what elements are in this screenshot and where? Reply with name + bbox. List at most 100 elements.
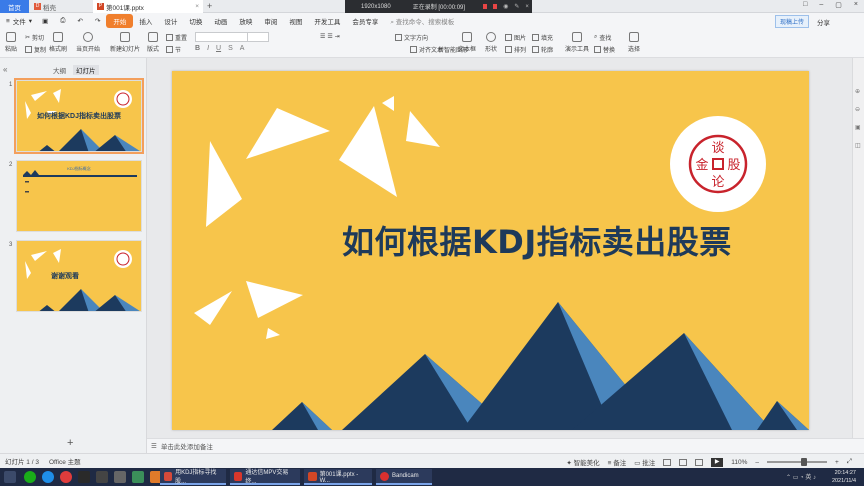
undo-icon[interactable]: ↶ (71, 17, 88, 25)
layout-button[interactable]: 版式 (147, 32, 159, 53)
slide-thumbnail-2[interactable]: KDJ指标概念 (16, 160, 142, 232)
triangle-shape[interactable] (194, 291, 232, 325)
pen-icon[interactable]: ✎ (514, 3, 519, 10)
normal-view-icon[interactable] (663, 458, 672, 466)
triangle-shape[interactable] (382, 96, 394, 111)
reading-view-icon[interactable] (695, 458, 704, 466)
menu-tab-insert[interactable]: 插入 (133, 16, 158, 26)
menu-tab-developer[interactable]: 开发工具 (308, 16, 346, 26)
zoom-level[interactable]: 110% (731, 459, 747, 466)
seal-logo[interactable]: 谈 股 论 金 (670, 116, 766, 212)
italic-icon[interactable]: I (207, 45, 209, 52)
copy-button[interactable]: 复制 (25, 45, 46, 54)
replace-button[interactable]: 替换 (594, 45, 615, 54)
menu-tab-slideshow[interactable]: 放映 (233, 16, 258, 26)
font-size-select[interactable] (247, 32, 269, 42)
close-icon[interactable]: × (195, 3, 199, 10)
select-button[interactable]: 选择 (628, 32, 640, 53)
cut-button[interactable]: ✂ 剪切 (25, 33, 44, 42)
taskbar-app[interactable]: 第001课.pptx - W... (304, 469, 372, 485)
app-icon[interactable] (96, 471, 108, 483)
bullets-icon[interactable]: ☰ (320, 33, 325, 40)
presenter-tools-button[interactable]: 演示工具 (565, 32, 589, 53)
app-icon[interactable] (60, 471, 72, 483)
save-icon[interactable]: ▣ (36, 17, 54, 25)
menu-tab-review[interactable]: 审阅 (258, 16, 283, 26)
triangle-shape[interactable] (246, 281, 303, 318)
camera-icon[interactable]: ◉ (503, 3, 508, 10)
indent-icon[interactable]: ⇥ (335, 33, 340, 40)
add-slide-button[interactable]: + (67, 437, 73, 449)
triangle-shape[interactable] (406, 111, 440, 147)
app-icon[interactable] (114, 471, 126, 483)
file-menu[interactable]: ≡ 文件 ▾ (0, 16, 36, 27)
from-current-button[interactable]: 当页开始 (76, 32, 100, 53)
layers-icon[interactable]: ◫ (855, 142, 861, 149)
upload-button[interactable]: 现稿上传 (774, 15, 809, 28)
close-window-icon[interactable]: × (854, 1, 858, 9)
tab-home[interactable]: 首页 (0, 0, 29, 13)
tab-slides[interactable]: 幻灯片 (73, 65, 99, 75)
menu-tab-animation[interactable]: 动画 (208, 16, 233, 26)
font-color-icon[interactable]: A (240, 45, 245, 52)
numbering-icon[interactable]: ☰ (327, 33, 332, 40)
notes-pane[interactable]: ☰ 单击此处添加备注 (147, 438, 864, 453)
share-button[interactable]: 分享 (817, 17, 830, 27)
pause-icon[interactable] (483, 4, 488, 9)
picture-button[interactable]: 图片 (505, 33, 526, 42)
paste-button[interactable]: 粘贴 (5, 32, 17, 53)
slide-canvas[interactable]: 谈 股 论 金 如何根据KDJ指标卖出股票 (172, 71, 809, 430)
new-slide-button[interactable]: 新建幻灯片 (110, 32, 140, 53)
chrome-icon[interactable] (42, 471, 54, 483)
minimize-icon[interactable]: – (819, 1, 823, 9)
system-tray-icons[interactable]: ⌃ ▭ ◔ 英 ♪ (786, 472, 816, 481)
slide-title[interactable]: 如何根据KDJ指标卖出股票 (342, 217, 732, 263)
wechat-icon[interactable] (24, 471, 36, 483)
zoom-in-icon[interactable]: ⊕ (855, 88, 860, 95)
outline-button[interactable]: 轮廓 (532, 45, 553, 54)
text-direction-button[interactable]: 文字方向 (395, 33, 428, 42)
zoom-in-button[interactable]: + (835, 459, 839, 466)
menu-tab-transition[interactable]: 切换 (183, 16, 208, 26)
close-icon[interactable]: × (525, 4, 529, 10)
fit-window-icon[interactable]: ⤢ (847, 458, 852, 466)
tab-document[interactable]: P 第001课.pptx × (93, 0, 203, 13)
taskbar-app[interactable]: 通达信MPV交易终... (230, 469, 300, 485)
menu-tab-home[interactable]: 开始 (106, 14, 134, 28)
beautify-button[interactable]: ✦ 智能美化 (566, 457, 599, 467)
stop-icon[interactable] (493, 4, 498, 9)
play-slideshow-icon[interactable]: ▶ (711, 457, 724, 467)
maximize-icon[interactable]: ▢ (835, 1, 842, 9)
fit-icon[interactable]: ▣ (855, 124, 861, 131)
taskbar-app[interactable]: Bandicam (376, 469, 432, 485)
tab-draft[interactable]: D 稻壳 (30, 0, 90, 13)
shape-button[interactable]: 形状 (485, 32, 497, 53)
sorter-view-icon[interactable] (679, 458, 688, 466)
triangle-shape[interactable] (266, 328, 280, 339)
zoom-slider-handle[interactable] (801, 458, 807, 466)
command-search[interactable]: ⌕ 查找命令、搜索模板 (390, 16, 454, 27)
new-tab-button[interactable]: + (207, 1, 212, 11)
triangle-shape[interactable] (206, 141, 242, 227)
bold-icon[interactable]: B (195, 45, 200, 52)
windows-start-icon[interactable] (4, 471, 16, 483)
slide-thumbnail-1[interactable]: 如何根据KDJ指标卖出股票 (14, 78, 144, 154)
section-button[interactable]: 节 (166, 45, 181, 54)
app-icon[interactable] (132, 471, 144, 483)
clock[interactable]: 20:14:27 2021/11/4 (832, 469, 856, 485)
app-icon[interactable] (78, 471, 90, 483)
strikethrough-icon[interactable]: S (228, 45, 233, 52)
format-painter-button[interactable]: 格式刷 (49, 32, 67, 53)
print-icon[interactable]: ⎙ (54, 17, 71, 25)
restore-icon[interactable]: □ (803, 1, 807, 9)
fill-button[interactable]: 填充 (532, 33, 553, 42)
tab-outline[interactable]: 大纲 (53, 65, 66, 75)
triangle-shape[interactable] (339, 106, 397, 197)
arrange-button[interactable]: 排列 (505, 45, 526, 54)
menu-tab-design[interactable]: 设计 (158, 16, 183, 26)
notes-toggle[interactable]: ≡ 备注 (608, 457, 627, 467)
zoom-out-icon[interactable]: ⊖ (855, 106, 860, 113)
menu-tab-member[interactable]: 会员专享 (346, 16, 384, 26)
collapse-panel-icon[interactable]: « (3, 65, 7, 74)
underline-icon[interactable]: U (216, 45, 221, 52)
